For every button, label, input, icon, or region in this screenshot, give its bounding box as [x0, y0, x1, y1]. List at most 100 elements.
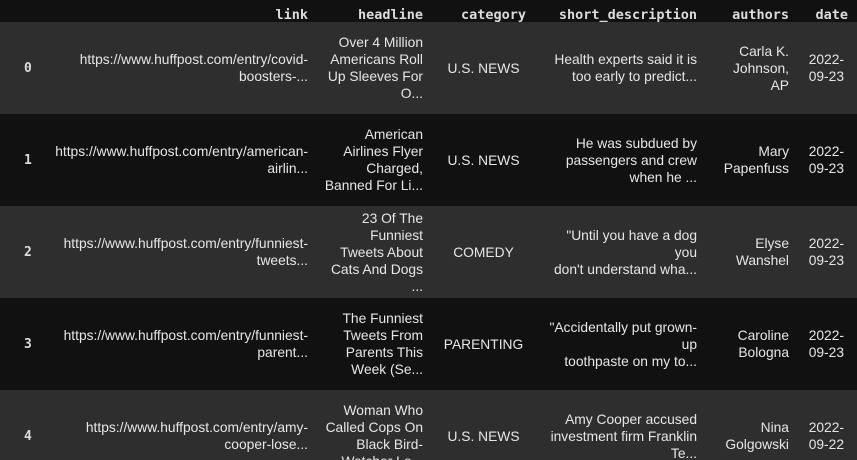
cell-date-line: 2022-: [808, 52, 844, 67]
cell-headline-line: Airlines Flyer: [343, 144, 423, 159]
cell-short-description-line: toothpaste on my to...: [564, 353, 697, 369]
cell-headline-line: Black Bird-: [356, 437, 423, 452]
row-index: 4: [24, 428, 32, 444]
cell-authors-line: Caroline: [737, 328, 789, 343]
column-header-headline: headline: [317, 0, 432, 22]
cell-link: https://www.huffpost.com/entry/american-…: [45, 114, 317, 206]
cell-headline-line: Cats And Dogs: [330, 261, 423, 277]
cell-date-line: 09-23: [808, 69, 844, 84]
cell-date: 2022- 09-23: [798, 114, 857, 206]
cell-date-line: 09-22: [808, 437, 844, 452]
cell-authors-line: Mary: [758, 144, 789, 159]
cell-headline: American Airlines Flyer Charged, Banned For…: [317, 114, 432, 206]
cell-headline-line: Americans Roll: [330, 52, 423, 67]
cell-date: 2022- 09-23: [798, 22, 857, 114]
cell-date-line: 09-23: [808, 253, 844, 268]
cell-authors-line: Elyse: [755, 236, 789, 251]
row-index: 3: [24, 336, 32, 352]
cell-short-description: He was subdued by passengers and crew when…: [535, 114, 706, 206]
cell-headline-line: Up Sleeves For: [327, 69, 423, 84]
cell-link-line: https://www.huffpost.com/entry/funniest-: [63, 236, 308, 251]
table-row: 1 https://www.huffpost.com/entry/american…: [0, 114, 857, 206]
table-row: 3 https://www.huffpost.com/entry/funniest…: [0, 298, 857, 390]
cell-headline-line: Funniest: [370, 227, 423, 243]
cell-headline: Woman Who Called Cops On Black Bird-Watche…: [317, 390, 432, 460]
index-header: [0, 0, 45, 22]
cell-link: https://www.huffpost.com/entry/funniest-…: [45, 206, 317, 298]
table-body: 0 https://www.huffpost.com/entry/covid-bo…: [0, 22, 857, 460]
row-index: 2: [24, 244, 32, 260]
cell-category: U.S. NEWS: [447, 60, 520, 76]
cell-authors-line: AP: [770, 77, 789, 93]
cell-headline: Over 4 Million Americans Roll Up Sleeves F…: [317, 22, 432, 114]
cell-link-line: https://www.huffpost.com/entry/amy-: [85, 420, 308, 435]
cell-headline-line: Woman Who: [343, 403, 424, 418]
cell-short-description-line: passengers and crew: [565, 152, 697, 168]
cell-authors: Elyse Wanshel: [706, 206, 798, 298]
cell-short-description: "Until you have a dog you don't understan…: [535, 206, 706, 298]
cell-headline-line: Parents This: [345, 345, 423, 360]
table-header: link headline category short_description…: [0, 0, 857, 22]
cell-authors: Carla K. Johnson, AP: [706, 22, 798, 114]
cell-link: https://www.huffpost.com/entry/funniest-…: [45, 298, 317, 390]
cell-link-line: parent...: [257, 345, 308, 360]
column-header-short-description: short_description: [535, 0, 706, 22]
cell-date-line: 2022-: [808, 144, 844, 159]
cell-headline-line: Watcher Lo...: [323, 453, 423, 460]
cell-headline-line: Called Cops On: [325, 420, 423, 435]
cell-authors-line: Johnson,: [733, 60, 789, 76]
cell-authors: Mary Papenfuss: [706, 114, 798, 206]
cell-short-description-line: too early to predict...: [571, 69, 697, 84]
cell-short-description-line: "Accidentally put grown-up: [549, 319, 697, 352]
column-header-category: category: [432, 0, 535, 22]
cell-link: https://www.huffpost.com/entry/amy-coope…: [45, 390, 317, 460]
cell-short-description-line: Amy Cooper accused: [565, 411, 697, 427]
cell-short-description-line: when he ...: [629, 169, 698, 185]
cell-headline-line: ...: [411, 278, 424, 294]
cell-link: https://www.huffpost.com/entry/covid-boo…: [45, 22, 317, 114]
cell-date-line: 09-23: [808, 161, 844, 176]
cell-short-description-line: Te...: [670, 445, 697, 460]
cell-headline-line: Charged,: [366, 161, 423, 176]
cell-link-line: tweets...: [256, 253, 308, 268]
cell-category: PARENTING: [443, 336, 524, 352]
cell-headline-line: O...: [400, 86, 423, 101]
table-row: 2 https://www.huffpost.com/entry/funniest…: [0, 206, 857, 298]
cell-authors-line: Papenfuss: [723, 161, 789, 176]
cell-authors-line: Bologna: [738, 345, 789, 360]
cell-authors: Caroline Bologna: [706, 298, 798, 390]
cell-authors-line: Golgowski: [725, 437, 789, 452]
cell-headline-line: Tweets About: [340, 244, 423, 260]
cell-date: 2022- 09-23: [798, 206, 857, 298]
column-header-authors: authors: [706, 0, 798, 22]
cell-date: 2022- 09-23: [798, 298, 857, 390]
column-header-date: date: [798, 0, 857, 22]
cell-authors-line: Carla K.: [739, 43, 789, 59]
cell-link-line: cooper-lose...: [224, 437, 308, 452]
row-index: 0: [24, 60, 32, 76]
cell-category: COMEDY: [453, 244, 514, 260]
cell-headline-line: Tweets From: [343, 328, 423, 343]
cell-link-line: https://www.huffpost.com/entry/american-: [55, 144, 308, 159]
column-header-link: link: [45, 0, 317, 22]
dataframe-output: link headline category short_description…: [0, 0, 857, 460]
cell-link-line: airlin...: [267, 161, 308, 176]
cell-headline-line: Over 4 Million: [338, 35, 423, 50]
cell-date: 2022- 09-22: [798, 390, 857, 460]
cell-date-line: 2022-: [808, 328, 844, 343]
cell-date-line: 2022-: [808, 236, 844, 251]
cell-short-description-line: He was subdued by: [575, 135, 697, 151]
cell-headline-line: American: [364, 127, 423, 142]
cell-short-description-line: investment firm Franklin: [550, 428, 697, 444]
cell-category: U.S. NEWS: [447, 152, 520, 168]
cell-authors: Nina Golgowski: [706, 390, 798, 460]
cell-headline-line: Banned For Li...: [324, 178, 423, 193]
cell-link-line: https://www.huffpost.com/entry/funniest-: [63, 328, 308, 343]
cell-short-description-line: Health experts said it is: [554, 52, 697, 67]
cell-date-line: 2022-: [808, 420, 844, 435]
cell-authors-line: Wanshel: [735, 253, 789, 268]
cell-short-description-line: don't understand wha...: [553, 261, 697, 277]
cell-date-line: 09-23: [808, 345, 844, 360]
dataframe-table: link headline category short_description…: [0, 0, 857, 460]
cell-link-line: boosters-...: [238, 69, 308, 84]
